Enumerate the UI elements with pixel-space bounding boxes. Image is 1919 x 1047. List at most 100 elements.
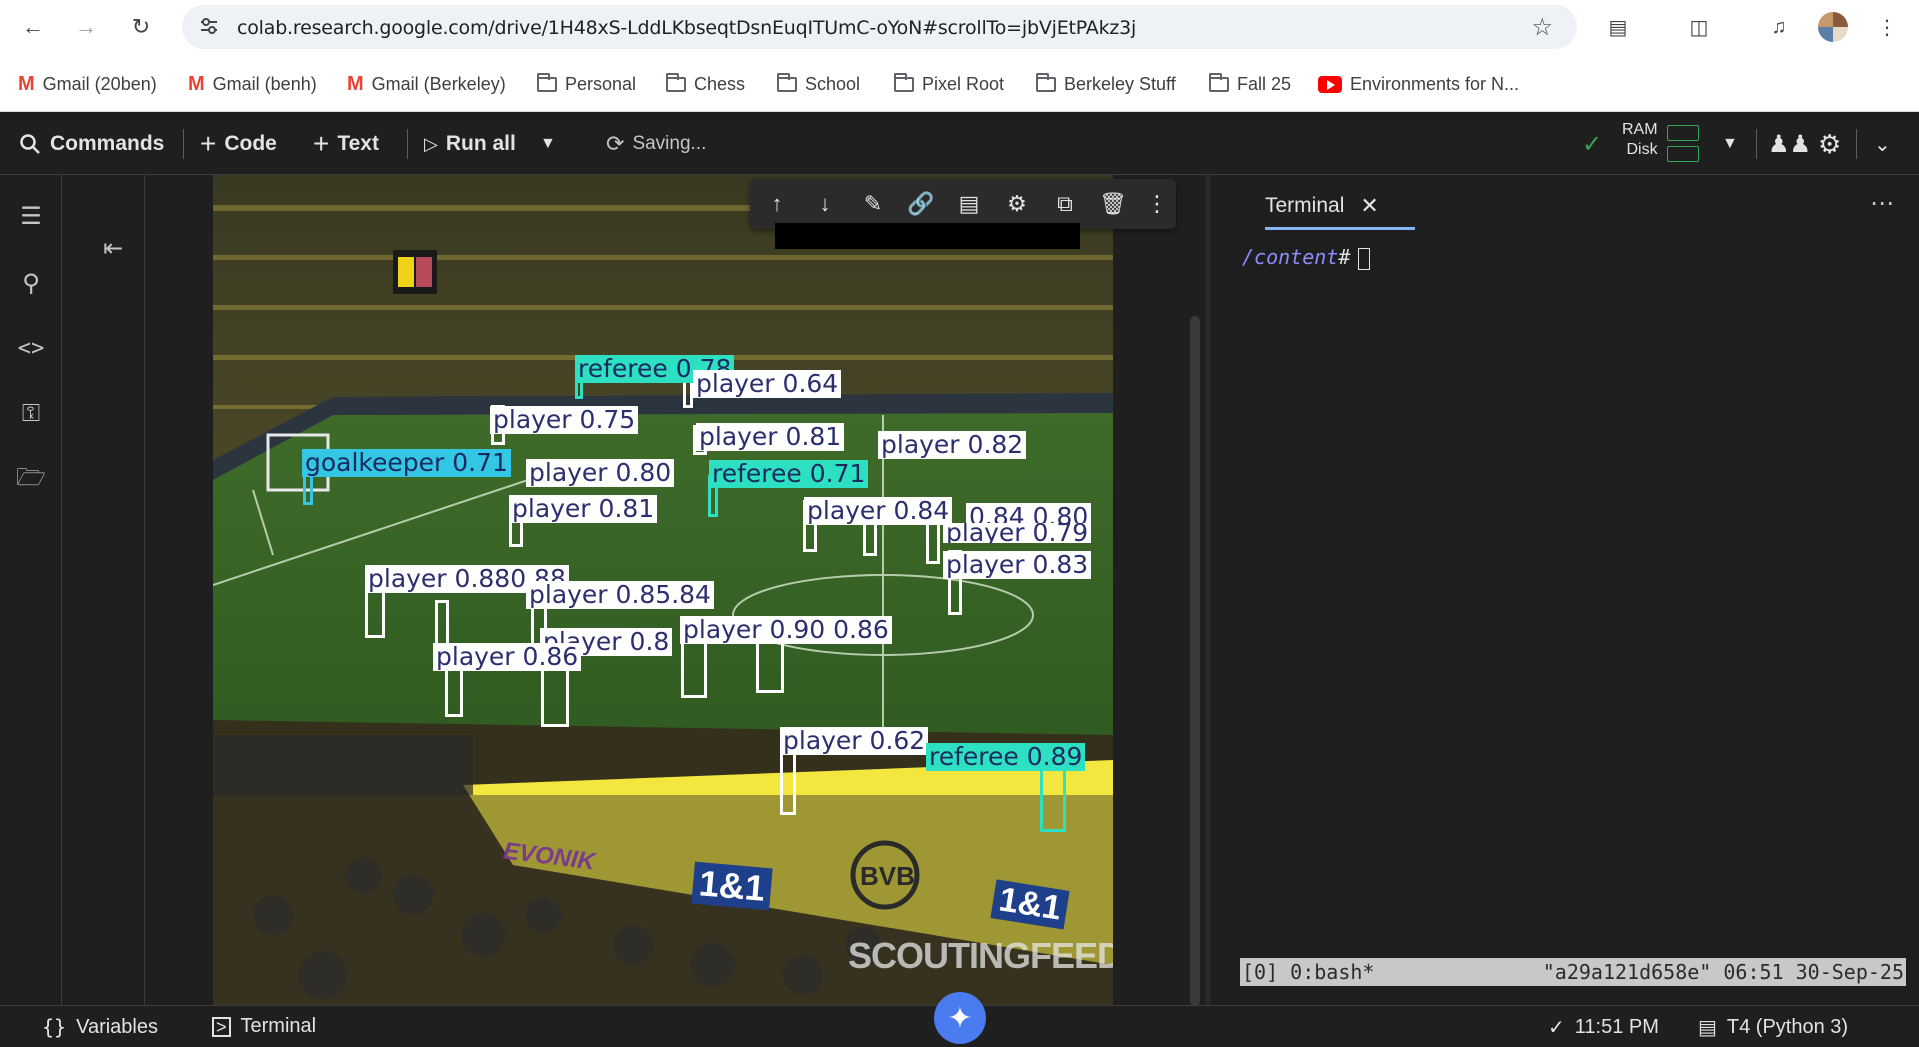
connected-check-icon: ✓ [1582, 130, 1603, 158]
caret-down-icon: ▼ [540, 135, 556, 152]
close-icon[interactable]: ✕ [1360, 193, 1378, 219]
execution-status[interactable]: ✓ 11:51 PM [1548, 1015, 1659, 1040]
forward-icon[interactable]: → [69, 10, 103, 44]
tab-terminal[interactable]: Terminal ✕ [1265, 193, 1379, 219]
variables-button[interactable]: {} Variables [42, 1015, 158, 1039]
bookmark-gmail-benh[interactable]: M Gmail (benh) [188, 71, 317, 97]
detection-label-referee: referee 0.89 [926, 743, 1086, 771]
detection-label-player: player 0.82 [878, 431, 1027, 459]
text-label: Text [337, 132, 379, 155]
bookmark-environments[interactable]: Environments for N... [1318, 71, 1519, 97]
address-bar[interactable]: colab.research.google.com/drive/1H48xS-L… [182, 5, 1577, 49]
gmail-icon: M [18, 72, 35, 95]
settings-gear-icon[interactable]: ⚙ [1818, 129, 1841, 159]
panel-more-icon[interactable]: ⋯ [1870, 189, 1894, 218]
ram-gauge [1667, 125, 1699, 141]
bookmark-pixel-root[interactable]: Pixel Root [894, 71, 1004, 97]
gmail-icon: M [347, 72, 364, 95]
bookmark-school[interactable]: School [777, 71, 860, 97]
detection-label-player: player 0.84 [804, 497, 953, 525]
folder-icon [777, 72, 797, 92]
bookmark-label: Chess [694, 73, 746, 94]
bookmark-label: Environments for N... [1350, 73, 1520, 94]
more-options-icon[interactable]: ⋮ [1142, 189, 1172, 219]
disk-label: Disk [1626, 141, 1658, 158]
left-sidebar: ☰ ⚲ <> ⚿ 🗁 [0, 175, 62, 1005]
redacted-bar [775, 223, 1080, 249]
mirror-cell-icon[interactable]: ⧉ [1050, 189, 1080, 219]
extensions-icon[interactable]: ▤ [1601, 10, 1635, 44]
bookmark-star-icon[interactable]: ☆ [1531, 13, 1553, 42]
cell-gutter: ⇤ [62, 175, 145, 1005]
signage-1and1-left: 1&1 [691, 861, 773, 911]
link-icon[interactable]: 🔗 [906, 189, 936, 219]
find-replace-icon[interactable]: ⚲ [14, 266, 48, 300]
detection-label-player: player 0.90 0.86 [680, 616, 892, 644]
tmux-status-bar: [0] 0:bash* "a29a121d658e" 06:51 30-Sep-… [1240, 958, 1906, 986]
cast-search-icon[interactable]: ◫ [1682, 10, 1716, 44]
folder-icon [537, 72, 557, 92]
back-icon[interactable]: ← [16, 10, 50, 44]
resources-indicator[interactable]: RAM Disk [1622, 121, 1658, 167]
terminal-label: Terminal [240, 1015, 317, 1037]
terminal-cursor [1358, 247, 1371, 270]
server-icon: ▤ [1698, 1017, 1717, 1039]
edit-pencil-icon[interactable]: ✎ [858, 189, 888, 219]
cell-settings-gear-icon[interactable]: ⚙ [1002, 189, 1032, 219]
cell-toolbar: ↑ ↓ ✎ 🔗 ▤ ⚙ ⧉ 🗑 ⋮ [750, 179, 1176, 229]
terminal-button[interactable]: > Terminal [212, 1015, 316, 1038]
search-icon [20, 134, 40, 154]
ram-label: RAM [1622, 121, 1658, 138]
run-options-dropdown[interactable]: ▼ [540, 130, 556, 158]
media-control-icon[interactable]: ♫ [1762, 10, 1796, 44]
commands-button[interactable]: Commands [18, 130, 164, 158]
bookmark-chess[interactable]: Chess [666, 71, 745, 97]
secrets-key-icon[interactable]: ⚿ [14, 397, 48, 431]
add-code-button[interactable]: + Code [200, 128, 277, 159]
terminal-panel: Terminal ✕ ⋯ /content# [0] 0:bash* "a29a… [1210, 175, 1919, 1005]
share-people-icon[interactable]: ♟♟ [1768, 130, 1811, 158]
bookmark-fall-25[interactable]: Fall 25 [1209, 71, 1291, 97]
collapse-output-icon[interactable]: ⇤ [96, 231, 130, 265]
tmux-window-info: [0] 0:bash* [1242, 960, 1375, 984]
add-text-button[interactable]: + Text [313, 128, 379, 159]
bookmark-label: Berkeley Stuff [1064, 73, 1176, 94]
bookmark-personal[interactable]: Personal [537, 71, 636, 97]
move-up-icon[interactable]: ↑ [762, 189, 792, 219]
code-snippets-icon[interactable]: <> [14, 331, 48, 365]
bookmark-berkeley-stuff[interactable]: Berkeley Stuff [1036, 71, 1176, 97]
play-icon: ▷ [424, 133, 438, 154]
profile-avatar[interactable] [1818, 12, 1848, 42]
runtime-label: T4 (Python 3) [1726, 1016, 1849, 1038]
detection-label-player: player 0.79 [943, 523, 1092, 543]
delete-trash-icon[interactable]: 🗑 [1098, 189, 1128, 219]
detection-label-player: player 0.86 [433, 643, 582, 671]
terminal-console[interactable]: /content# [1240, 231, 1919, 1005]
reload-icon[interactable]: ↻ [124, 10, 158, 44]
terminal-tab-label: Terminal [1265, 194, 1345, 217]
sync-icon: ⟳ [606, 131, 625, 156]
browser-menu-icon[interactable]: ⋮ [1870, 10, 1904, 44]
site-settings-icon[interactable] [198, 15, 220, 37]
comment-icon[interactable]: ▤ [954, 189, 984, 219]
commands-label: Commands [50, 132, 165, 155]
runtime-info[interactable]: ▤ T4 (Python 3) [1698, 1015, 1848, 1040]
bookmark-gmail-berkeley[interactable]: M Gmail (Berkeley) [347, 71, 506, 97]
run-all-button[interactable]: ▷ Run all [424, 130, 516, 158]
gemini-sparkle-button[interactable]: ✦ [934, 992, 986, 1044]
folder-icon [1036, 72, 1056, 92]
terminal-icon: > [212, 1016, 231, 1037]
detection-label-player: player 0.81 [696, 423, 845, 451]
run-all-label: Run all [445, 132, 516, 155]
bookmark-gmail-20ben[interactable]: M Gmail (20ben) [18, 71, 157, 97]
table-of-contents-icon[interactable]: ☰ [14, 199, 48, 233]
detection-label-goalkeeper: goalkeeper 0.71 [302, 449, 511, 477]
move-down-icon[interactable]: ↓ [810, 189, 840, 219]
detection-label-player: player 0.80 [526, 459, 675, 487]
caret-down-icon: ▼ [1722, 135, 1738, 152]
prompt-symbol: # [1338, 245, 1351, 269]
runtime-dropdown[interactable]: ▼ [1722, 130, 1738, 158]
notebook-scrollbar[interactable] [1190, 316, 1200, 1006]
collapse-chevron-icon[interactable]: ⌄ [1874, 130, 1891, 158]
files-folder-icon[interactable]: 🗁 [14, 463, 48, 497]
